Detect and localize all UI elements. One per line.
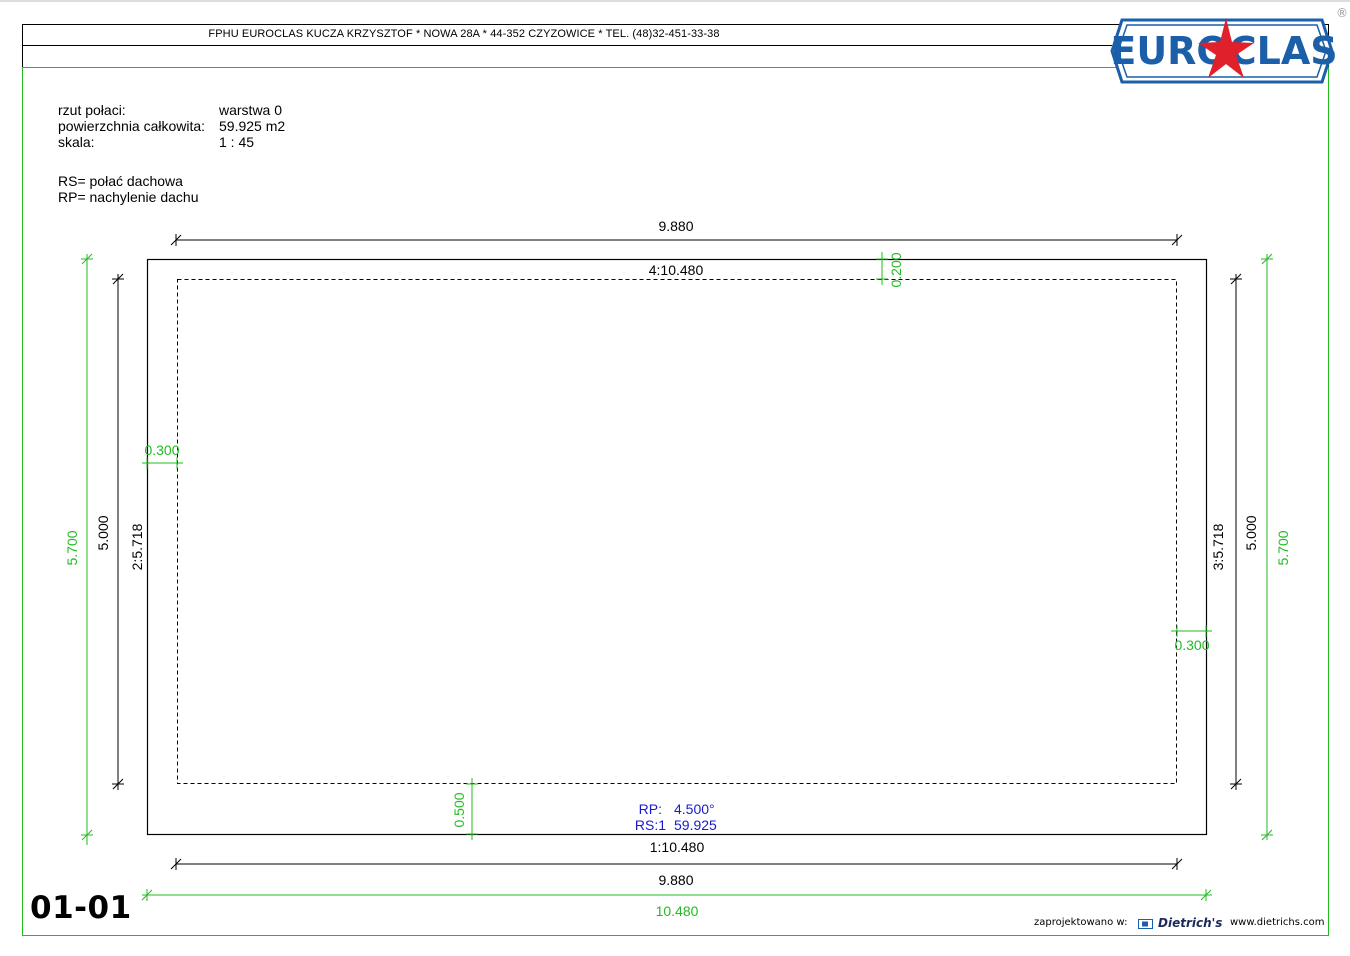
edge-3-label: 3:5.718 bbox=[1210, 523, 1226, 570]
dim-bottom-green bbox=[141, 889, 1212, 901]
bottom-overhang-label: 0.500 bbox=[451, 792, 467, 827]
website-link[interactable]: www.dietrichs.com bbox=[1230, 917, 1324, 928]
dim-top-overhang bbox=[876, 252, 888, 285]
left-overhang-label: 0.300 bbox=[144, 442, 179, 458]
edge-2-label: 2:5.718 bbox=[129, 523, 145, 570]
dim-right-overhang bbox=[1171, 625, 1212, 637]
dim-left-overhang bbox=[142, 457, 183, 469]
dim-right-green bbox=[1261, 253, 1273, 841]
rs-value: 59.925 bbox=[674, 817, 717, 833]
dim-bottom-overhang bbox=[466, 778, 478, 840]
right-green-label: 5.700 bbox=[1275, 530, 1291, 565]
rs-key: RS:1 bbox=[635, 817, 666, 833]
right-black-label: 5.000 bbox=[1243, 515, 1259, 550]
roof-outline bbox=[146, 258, 1208, 836]
bottom-black-label: 9.880 bbox=[658, 872, 693, 888]
dim-left-green bbox=[81, 253, 93, 845]
left-green-label: 5.700 bbox=[64, 530, 80, 565]
rp-key: RP: bbox=[639, 801, 662, 817]
dim-left-black bbox=[112, 273, 124, 790]
wall-outline-dashed bbox=[177, 279, 1177, 784]
top-overhang-label: 0.200 bbox=[888, 252, 904, 287]
software-name: Dietrich's bbox=[1158, 916, 1223, 930]
rp-value: 4.500° bbox=[674, 801, 715, 817]
left-black-label: 5.000 bbox=[95, 515, 111, 550]
dim-top-black bbox=[170, 234, 1183, 246]
dietrichs-logo-icon bbox=[1138, 919, 1153, 929]
sheet-number: 01-01 bbox=[30, 890, 132, 926]
dim-right-black bbox=[1230, 273, 1242, 790]
bottom-green-label: 10.480 bbox=[656, 903, 699, 919]
dim-bottom-black bbox=[170, 858, 1183, 870]
right-overhang-label: 0.300 bbox=[1174, 637, 1209, 653]
edge-1-label: 1:10.480 bbox=[650, 839, 705, 855]
edge-4-label: 4:10.480 bbox=[649, 262, 704, 278]
dim-top-outer-label: 9.880 bbox=[658, 218, 693, 234]
designed-in-label: zaprojektowano w: bbox=[1034, 917, 1128, 928]
roof-plan-drawing: 9.880 4:10.480 0.200 5.700 5.000 2:5.718… bbox=[64, 218, 1291, 919]
